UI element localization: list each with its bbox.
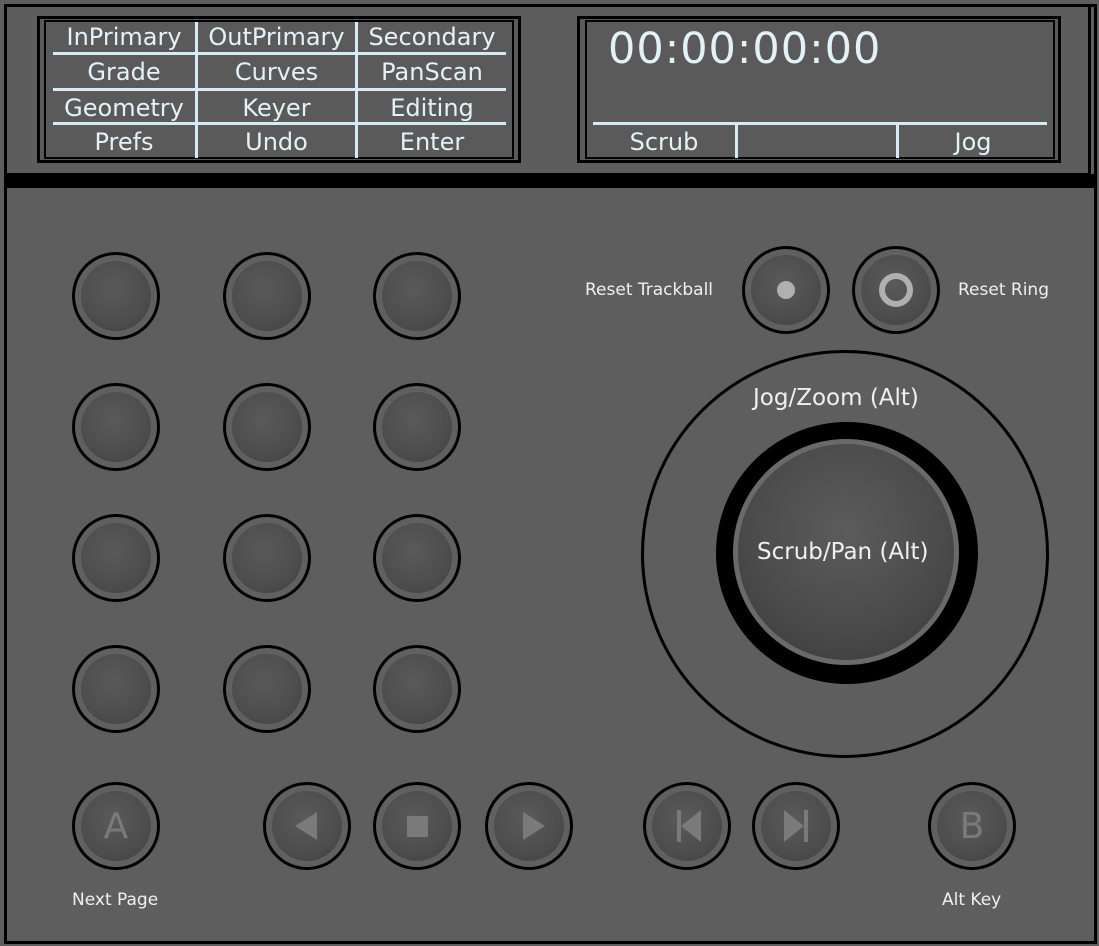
function-button-1[interactable] (72, 252, 160, 340)
function-button-12[interactable] (373, 645, 461, 733)
menu-item-secondary[interactable]: Secondary (358, 21, 506, 53)
function-button-9[interactable] (373, 514, 461, 602)
menu-item-outprimary[interactable]: OutPrimary (198, 21, 355, 53)
menu-item-enter[interactable]: Enter (358, 126, 506, 158)
menu-item-panscan[interactable]: PanScan (358, 56, 506, 88)
scrub-pan-label: Scrub/Pan (Alt) (757, 539, 929, 565)
menu-item-keyer[interactable]: Keyer (198, 92, 355, 124)
stop-icon (373, 782, 461, 870)
stop-button[interactable] (373, 782, 461, 870)
softkey-scrub[interactable]: Scrub (593, 126, 735, 158)
menu-item-undo[interactable]: Undo (198, 126, 355, 158)
function-button-10[interactable] (72, 645, 160, 733)
play-button[interactable] (485, 782, 573, 870)
skip-previous-icon (643, 782, 731, 870)
function-button-6[interactable] (373, 383, 461, 471)
function-button-11[interactable] (223, 645, 311, 733)
function-button-3[interactable] (373, 252, 461, 340)
function-button-2[interactable] (223, 252, 311, 340)
play-icon (485, 782, 573, 870)
menu-item-editing[interactable]: Editing (358, 92, 506, 124)
b-key-letter: B (959, 805, 985, 847)
reset-ring-label: Reset Ring (958, 280, 1049, 300)
ring-icon (852, 246, 940, 334)
skip-next-button[interactable] (752, 782, 840, 870)
reset-trackball-label: Reset Trackball (585, 280, 714, 300)
softkey-hdivider (593, 122, 1047, 125)
function-button-5[interactable] (223, 383, 311, 471)
next-page-button[interactable]: A (72, 782, 160, 870)
play-reverse-icon (263, 782, 351, 870)
function-button-8[interactable] (223, 514, 311, 602)
next-page-label: Next Page (72, 890, 159, 910)
dot-icon (742, 246, 830, 334)
a-key-letter: A (103, 805, 129, 847)
reset-ring-button[interactable] (852, 246, 940, 334)
skip-previous-button[interactable] (643, 782, 731, 870)
alt-key-label: Alt Key (942, 890, 1002, 910)
menu-item-geometry[interactable]: Geometry (53, 92, 195, 124)
function-button-4[interactable] (72, 383, 160, 471)
menu-item-prefs[interactable]: Prefs (53, 126, 195, 158)
header-divider (4, 174, 1097, 188)
function-button-7[interactable] (72, 514, 160, 602)
skip-next-icon (752, 782, 840, 870)
jog-zoom-label: Jog/Zoom (Alt) (753, 385, 919, 411)
menu-hdivider-2 (53, 88, 506, 91)
menu-item-inprimary[interactable]: InPrimary (53, 21, 195, 53)
play-reverse-button[interactable] (263, 782, 351, 870)
menu-item-curves[interactable]: Curves (198, 56, 355, 88)
timecode-readout: 00:00:00:00 (608, 24, 882, 74)
menu-item-grade[interactable]: Grade (53, 56, 195, 88)
softkey-jog[interactable]: Jog (899, 126, 1047, 158)
reset-trackball-button[interactable] (742, 246, 830, 334)
alt-key-button[interactable]: B (928, 782, 1016, 870)
softkey-blank[interactable] (738, 126, 896, 158)
